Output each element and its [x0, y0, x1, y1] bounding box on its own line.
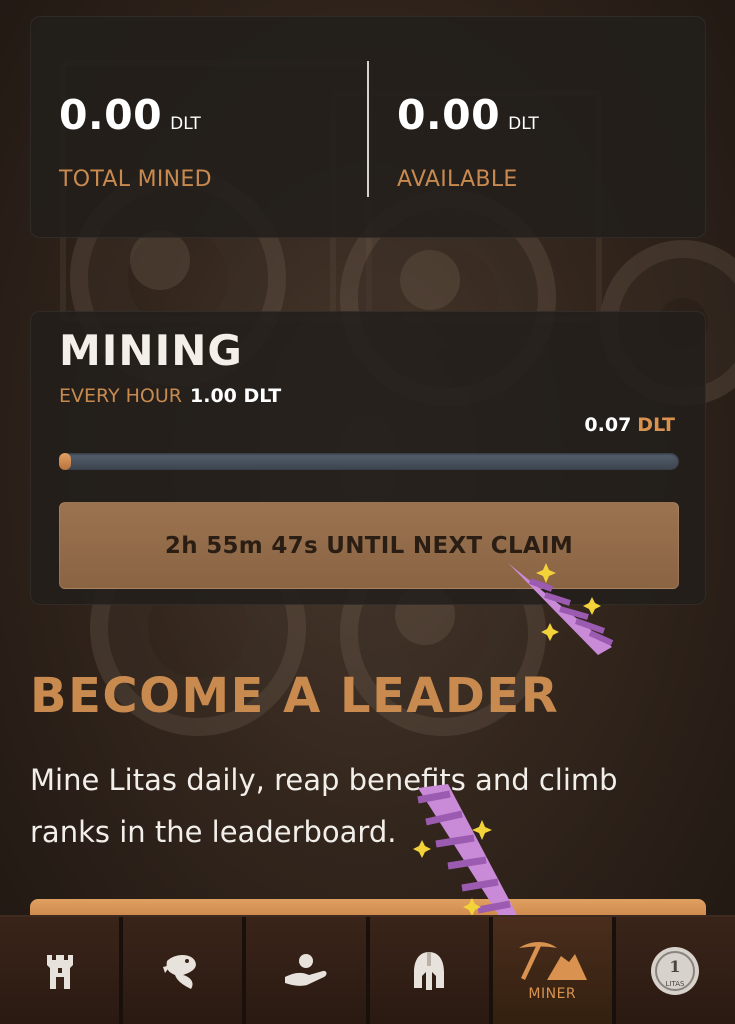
mining-rate: EVERY HOUR 1.00 DLT [59, 385, 281, 407]
available-value: 0.00 [397, 91, 501, 139]
mining-progress-bar [59, 453, 679, 470]
mining-rate-value: 1.00 DLT [190, 385, 282, 407]
leader-description: Mine Litas daily, reap benefits and clim… [30, 763, 618, 849]
hand-offering-icon [284, 953, 327, 986]
mining-progress-fill [59, 453, 72, 470]
available-stat: 0.00 DLT AVAILABLE [397, 91, 539, 192]
pickaxe-mine-icon [519, 941, 588, 980]
spartan-helmet-icon [414, 951, 445, 990]
claim-button[interactable]: 2h 55m 47s UNTIL NEXT CLAIM [59, 502, 679, 589]
nav-item-miner[interactable]: MINER [492, 917, 616, 1024]
progress-unit: DLT [637, 414, 675, 436]
mining-rate-label: EVERY HOUR [59, 385, 182, 407]
total-mined-stat: 0.00 DLT TOTAL MINED [59, 91, 212, 192]
mining-progress-amount: 0.07 DLT [584, 414, 675, 436]
nav-item-helmet[interactable] [369, 917, 493, 1024]
dragon-icon [162, 954, 196, 989]
nav-item-hand[interactable] [246, 917, 370, 1024]
litas-coin-icon: 1 LITAS [651, 946, 700, 995]
mining-title: MINING [59, 326, 243, 375]
bottom-nav: MINER 1 LITAS [0, 915, 735, 1024]
progress-value: 0.07 [584, 414, 632, 436]
stats-card: 0.00 DLT TOTAL MINED 0.00 DLT AVAILABLE [30, 16, 706, 238]
available-label: AVAILABLE [397, 167, 518, 192]
available-unit: DLT [508, 114, 539, 134]
svg-text:LITAS: LITAS [666, 980, 685, 988]
total-mined-value: 0.00 [59, 91, 163, 139]
total-mined-unit: DLT [170, 114, 201, 134]
nav-label-miner: MINER [528, 985, 577, 1002]
nav-item-litas-coin[interactable]: 1 LITAS [615, 917, 735, 1024]
castle-tower-icon [46, 954, 73, 989]
total-mined-label: TOTAL MINED [59, 167, 212, 192]
nav-item-castle[interactable] [0, 917, 124, 1024]
nav-item-dragon[interactable] [123, 917, 247, 1024]
mining-card: MINING EVERY HOUR 1.00 DLT 0.07 DLT 2h 55m… [30, 311, 706, 605]
leader-title: BECOME A LEADER [30, 668, 560, 724]
svg-text:1: 1 [670, 957, 681, 976]
stats-divider [367, 61, 369, 197]
